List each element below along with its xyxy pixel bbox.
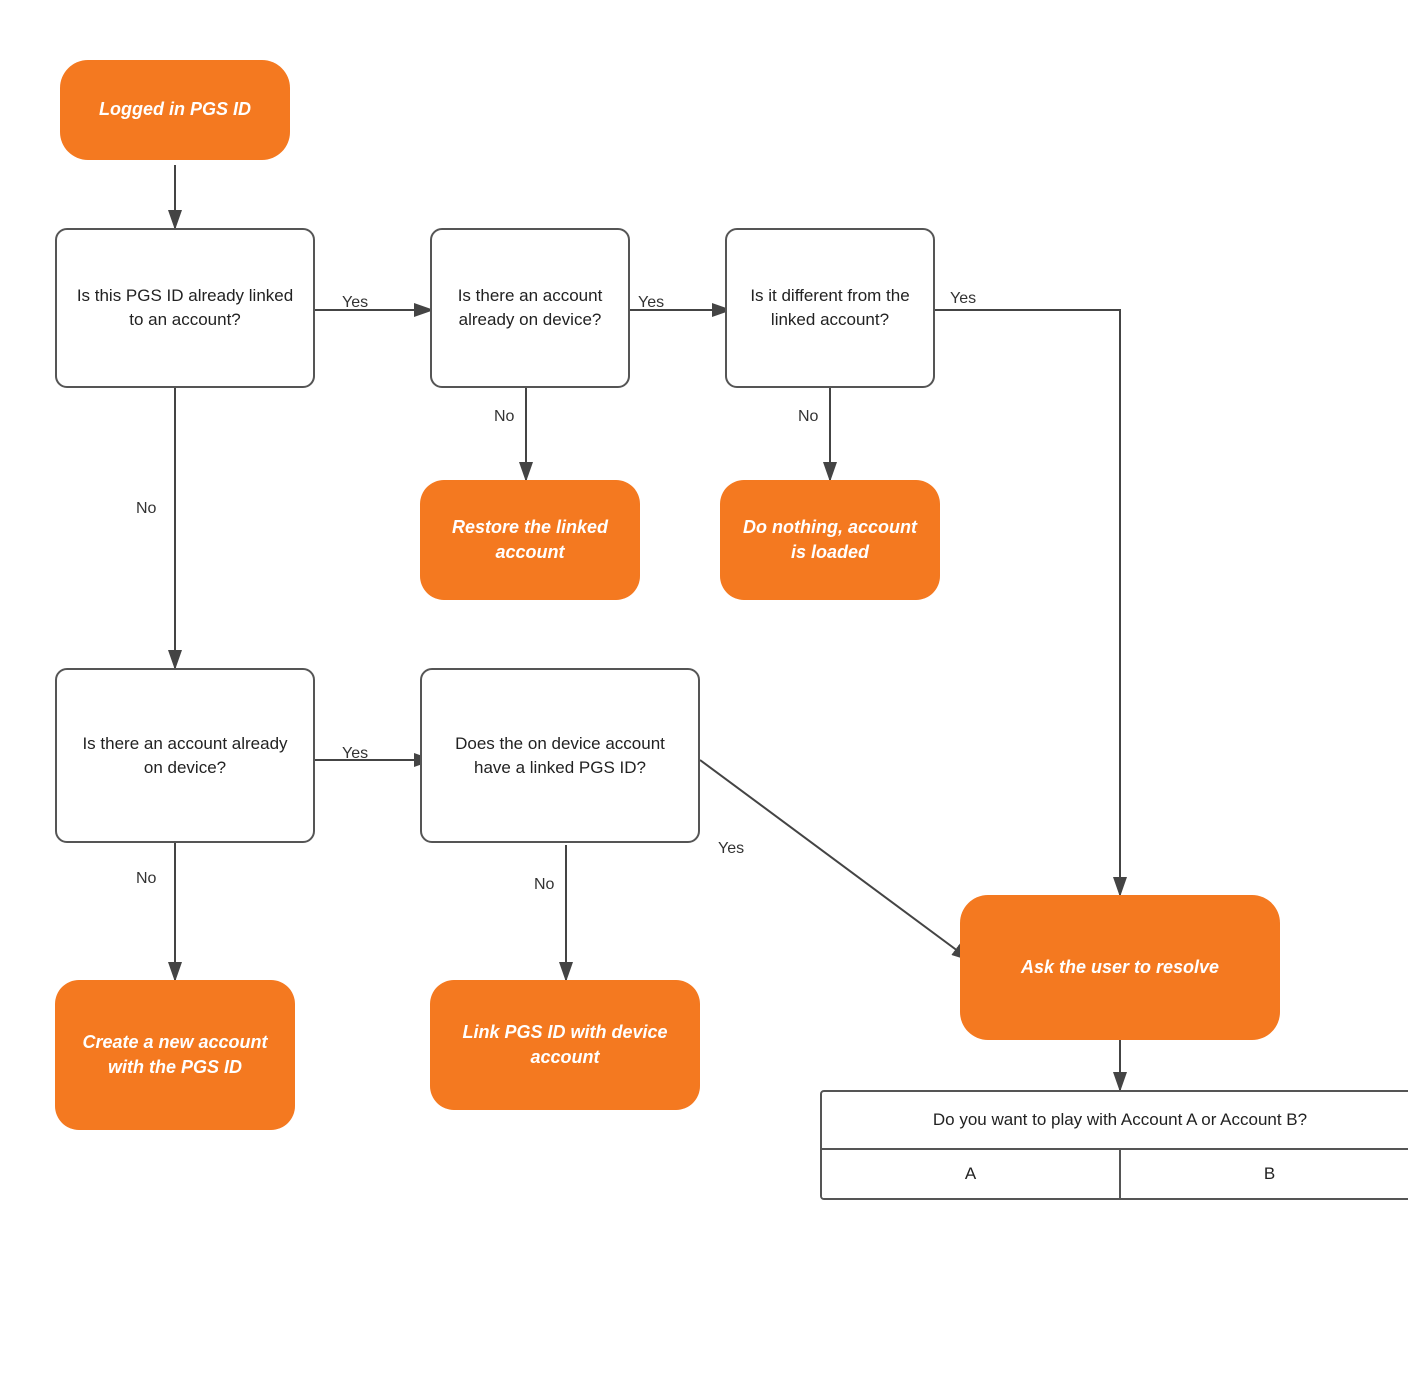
node-q2: Is there an account already on device?: [430, 228, 630, 388]
node-donothing: Do nothing, account is loaded: [720, 480, 940, 600]
node-q5: Does the on device account have a linked…: [420, 668, 700, 843]
donothing-label: Do nothing, account is loaded: [740, 515, 920, 565]
link-label: Link PGS ID with device account: [450, 1020, 680, 1070]
q5-label: Does the on device account have a linked…: [436, 732, 684, 780]
restore-label: Restore the linked account: [440, 515, 620, 565]
node-create: Create a new account with the PGS ID: [55, 980, 295, 1130]
node-link: Link PGS ID with device account: [430, 980, 700, 1110]
q3-label: Is it different from the linked account?: [741, 284, 919, 332]
q2-label: Is there an account already on device?: [446, 284, 614, 332]
q4-label: Is there an account already on device?: [71, 732, 299, 780]
label-no3: No: [798, 408, 818, 426]
dialog-btn-a[interactable]: A: [822, 1150, 1121, 1198]
label-no5: No: [534, 876, 554, 894]
label-no4: No: [136, 870, 156, 888]
label-yes1: Yes: [342, 294, 368, 312]
q1-label: Is this PGS ID already linked to an acco…: [71, 284, 299, 332]
create-label: Create a new account with the PGS ID: [75, 1030, 275, 1080]
node-q3: Is it different from the linked account?: [725, 228, 935, 388]
node-resolve: Ask the user to resolve: [960, 895, 1280, 1040]
node-start: Logged in PGS ID: [60, 60, 290, 160]
resolve-label: Ask the user to resolve: [1021, 955, 1219, 980]
label-no1: No: [136, 500, 156, 518]
dialog-buttons: A B: [822, 1150, 1408, 1198]
flowchart: Logged in PGS ID Is this PGS ID already …: [0, 0, 1408, 1377]
dialog-box: Do you want to play with Account A or Ac…: [820, 1090, 1408, 1200]
node-q4: Is there an account already on device?: [55, 668, 315, 843]
label-yes5: Yes: [718, 840, 744, 858]
dialog-btn-b[interactable]: B: [1121, 1150, 1408, 1198]
label-yes3: Yes: [950, 290, 976, 308]
label-no2: No: [494, 408, 514, 426]
node-q1: Is this PGS ID already linked to an acco…: [55, 228, 315, 388]
start-label: Logged in PGS ID: [99, 97, 251, 122]
label-yes2: Yes: [638, 294, 664, 312]
dialog-question: Do you want to play with Account A or Ac…: [822, 1092, 1408, 1150]
label-yes4: Yes: [342, 745, 368, 763]
node-restore: Restore the linked account: [420, 480, 640, 600]
